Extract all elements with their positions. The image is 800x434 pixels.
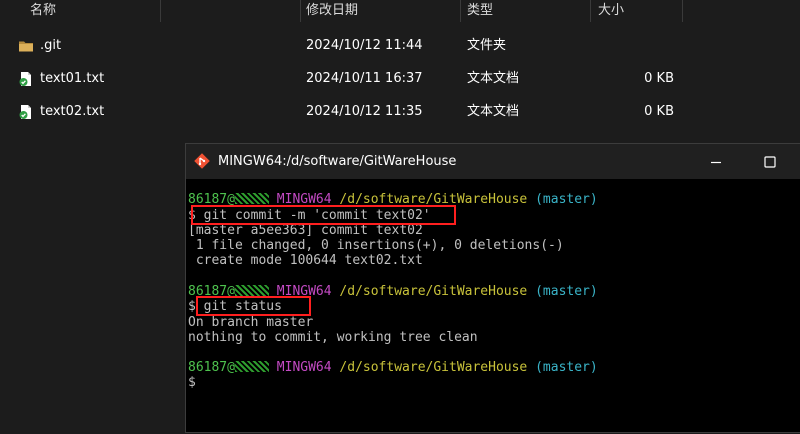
output-line: nothing to commit, working tree clean: [188, 330, 478, 345]
column-divider[interactable]: [300, 0, 301, 22]
terminal-output[interactable]: 86187@ MINGW64 /d/software/GitWareHouse …: [186, 180, 800, 434]
command-prompt-cursor-line[interactable]: $: [188, 375, 196, 390]
file-row-git[interactable]: .git 2024/10/12 11:44 文件夹: [0, 30, 800, 62]
output-line: [master a5ee363] commit text02: [188, 223, 423, 238]
column-divider[interactable]: [160, 0, 161, 22]
file-modified: 2024/10/12 11:44: [306, 38, 423, 53]
highlight-box-commit: [191, 205, 456, 225]
output-line: On branch master: [188, 315, 314, 330]
column-header-name[interactable]: 名称: [30, 0, 56, 22]
column-divider[interactable]: [460, 0, 461, 22]
redacted-hostname: [234, 285, 269, 296]
file-size: 0 KB: [644, 71, 674, 86]
terminal-window[interactable]: MINGW64:/d/software/GitWareHouse 86187@ …: [185, 143, 800, 433]
file-name: text02.txt: [40, 104, 105, 119]
git-bash-icon: [194, 153, 210, 169]
prompt-user: 86187@: [188, 360, 235, 375]
column-divider[interactable]: [682, 0, 683, 22]
output-line: create mode 100644 text02.txt: [188, 253, 423, 268]
column-header-modified[interactable]: 修改日期: [306, 0, 358, 22]
highlight-box-status: [196, 296, 311, 316]
minimize-icon[interactable]: [706, 152, 726, 172]
file-size: 0 KB: [644, 104, 674, 119]
prompt-branch: (master): [535, 360, 598, 375]
file-type: 文件夹: [467, 38, 507, 53]
file-name: text01.txt: [40, 71, 105, 86]
terminal-titlebar[interactable]: MINGW64:/d/software/GitWareHouse: [186, 144, 800, 179]
file-modified: 2024/10/12 11:35: [306, 104, 423, 119]
file-row-text02[interactable]: text02.txt 2024/10/12 11:35 文本文档 0 KB: [0, 96, 800, 128]
file-row-text01[interactable]: text01.txt 2024/10/11 16:37 文本文档 0 KB: [0, 63, 800, 95]
file-name: .git: [40, 38, 62, 53]
redacted-hostname: [234, 193, 269, 204]
column-header-size[interactable]: 大小: [598, 0, 624, 22]
terminal-title: MINGW64:/d/software/GitWareHouse: [218, 154, 457, 169]
prompt-branch: (master): [535, 192, 598, 207]
prompt-line: 86187@ MINGW64 /d/software/GitWareHouse …: [188, 360, 598, 375]
text-file-icon: [19, 72, 31, 86]
prompt-env: MINGW64: [276, 360, 332, 375]
prompt-path: /d/software/GitWareHouse: [339, 360, 528, 375]
redacted-hostname: [234, 361, 269, 372]
file-type: 文本文档: [467, 71, 520, 86]
output-line: 1 file changed, 0 insertions(+), 0 delet…: [188, 238, 564, 253]
prompt-branch: (master): [535, 284, 598, 299]
maximize-icon[interactable]: [760, 152, 780, 172]
file-type: 文本文档: [467, 104, 520, 119]
file-modified: 2024/10/11 16:37: [306, 71, 423, 86]
folder-icon: [19, 41, 33, 52]
column-divider[interactable]: [590, 0, 591, 22]
column-header-type[interactable]: 类型: [467, 0, 493, 22]
prompt-path: /d/software/GitWareHouse: [339, 284, 528, 299]
text-file-icon: [19, 105, 31, 119]
